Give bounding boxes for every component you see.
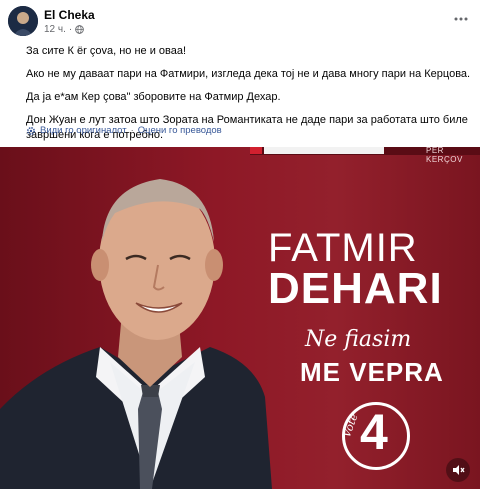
post-meta: 12 ч. · (44, 24, 85, 35)
translate-gear-icon (26, 126, 36, 135)
post-media[interactable]: PER KERÇOV FATMIR DEHARI Ne fiasim ME VE… (0, 147, 480, 489)
mute-button[interactable] (446, 458, 470, 482)
post-paragraph: Да ја е*ам Кер çова" зборовите на Фатмир… (26, 91, 281, 103)
author-name[interactable]: El Cheka (44, 8, 95, 22)
globe-icon[interactable] (75, 25, 85, 34)
poster-motto-script: Ne fiasim (305, 327, 412, 352)
translation-bar: Види го оригиналот · Оцени го преводов (26, 125, 222, 136)
post-header: El Cheka 12 ч. · (0, 0, 480, 36)
meta-separator: · (68, 24, 73, 35)
more-dots-icon (454, 17, 468, 21)
poster-motto-main: ME VEPRA (300, 357, 444, 387)
author-avatar[interactable] (8, 6, 38, 36)
translation-separator: · (130, 125, 134, 136)
poster-last-name: DEHARI (268, 264, 443, 313)
rate-translation-link[interactable]: Оцени го преводов (138, 125, 222, 136)
post-paragraph: За сите К ёr çova, но не и оваа! (26, 45, 187, 57)
more-options-button[interactable] (452, 10, 470, 28)
post-paragraph: Ако не му даваат пари на Фатмири, изглед… (26, 68, 471, 80)
post-time[interactable]: 12 ч. (44, 24, 66, 35)
facebook-post: El Cheka 12 ч. · За сите К ёr çova, но н… (0, 0, 480, 489)
avatar-image (8, 6, 38, 36)
mute-speaker-icon (453, 465, 465, 475)
see-original-link[interactable]: Види го оригиналот (40, 125, 127, 136)
vote-number: 4 (360, 404, 388, 460)
poster-first-name: FATMIR (268, 226, 418, 270)
